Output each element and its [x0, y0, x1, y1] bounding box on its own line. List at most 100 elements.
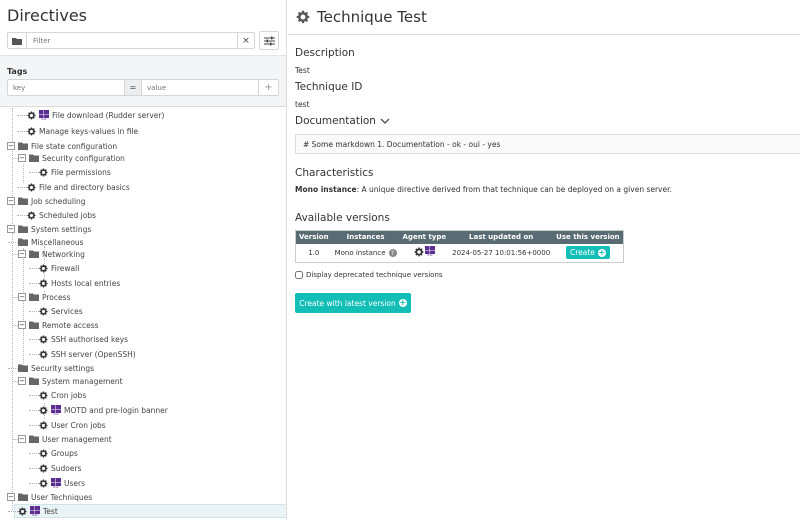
tree-technique-item[interactable]: DSC MOTD and pre-login banner: [39, 403, 168, 417]
collapse-toggle-icon[interactable]: −: [18, 293, 26, 301]
tag-key-input[interactable]: [8, 80, 124, 95]
tree-connector: [17, 115, 27, 116]
filter-settings-button[interactable]: [259, 31, 279, 50]
tree-technique-item[interactable]: DSC Users: [39, 476, 85, 490]
folder-icon: [29, 435, 39, 443]
tree-technique-item[interactable]: Services: [39, 304, 83, 318]
tree-item-label: Services: [51, 306, 83, 316]
folder-icon: [18, 364, 28, 372]
tree-item-label: Networking: [42, 249, 85, 259]
help-icon[interactable]: ?: [388, 249, 397, 257]
gear-icon: [39, 405, 48, 415]
tree-technique-item[interactable]: File and directory basics: [27, 180, 130, 194]
tree-connector: [29, 410, 39, 411]
create-button[interactable]: Create +: [565, 246, 610, 260]
collapse-toggle-icon[interactable]: −: [7, 142, 15, 150]
folder-icon[interactable]: [8, 33, 27, 48]
tree-item-label: Miscellaneous: [31, 237, 84, 247]
characteristics-text: Mono instance: A unique directive derive…: [295, 185, 672, 194]
tree-item-label: Users: [64, 478, 86, 488]
collapse-toggle-icon[interactable]: −: [7, 225, 15, 233]
collapse-toggle-icon[interactable]: −: [7, 493, 15, 501]
gear-icon: [27, 110, 36, 120]
folder-icon: [29, 293, 39, 301]
characteristics-heading: Characteristics: [295, 167, 374, 179]
collapse-toggle-icon[interactable]: −: [18, 250, 26, 258]
tree-technique-item[interactable]: User Cron jobs: [39, 418, 106, 432]
col-last-updated: Last updated on: [449, 230, 554, 244]
documentation-toggle[interactable]: Documentation: [295, 115, 390, 127]
deprecated-checkbox[interactable]: [295, 271, 303, 279]
collapse-toggle-icon[interactable]: −: [18, 321, 26, 329]
tree-item-label: MOTD and pre-login banner: [64, 405, 168, 415]
plus-circle-icon: +: [597, 247, 606, 257]
tree-technique-item[interactable]: SSH authorised keys: [39, 332, 128, 346]
tree-technique-item[interactable]: DSC Test: [14, 504, 286, 518]
tree-connector: [29, 425, 39, 426]
tree-item-label: SSH authorised keys: [51, 334, 129, 344]
tree-category-item[interactable]: − User management: [18, 432, 112, 446]
tree-technique-item[interactable]: Manage keys-values in file: [27, 124, 138, 138]
tree-technique-item[interactable]: Hosts local entries: [39, 276, 120, 290]
tree-connector: [17, 131, 27, 132]
tree-item-label: Remote access: [42, 320, 99, 330]
gear-icon: [39, 390, 48, 400]
filter-input[interactable]: [27, 33, 237, 48]
gear-icon: [18, 506, 27, 516]
documentation-heading: Documentation: [295, 115, 376, 127]
tree-category-item[interactable]: − Job scheduling: [7, 194, 86, 208]
create-latest-button[interactable]: Create with latest version +: [295, 293, 411, 313]
tree-technique-item[interactable]: File permissions: [39, 165, 111, 179]
tree-item-label: Security configuration: [42, 153, 125, 163]
tag-value-input[interactable]: [142, 80, 258, 95]
tree-item-label: Job scheduling: [31, 196, 86, 206]
tree-category-item[interactable]: − Process: [18, 290, 70, 304]
table-header-row: Version Instances Agent type Last update…: [295, 230, 624, 244]
clear-filter-icon[interactable]: ×: [237, 33, 254, 48]
tree-connector: [29, 311, 39, 312]
tree-item-label: User Cron jobs: [51, 420, 106, 430]
tree-category-item[interactable]: − User Techniques: [7, 490, 92, 504]
tree-connector: [8, 511, 18, 512]
tree-category-item[interactable]: − Security configuration: [18, 151, 125, 165]
deprecated-label: Display deprecated technique versions: [306, 271, 443, 279]
tree-technique-item[interactable]: DSC File download (Rudder server): [27, 108, 164, 122]
tree-technique-item[interactable]: Sudoers: [39, 461, 81, 475]
tree-connector: [13, 325, 18, 326]
description-heading: Description: [295, 47, 355, 59]
folder-icon: [29, 250, 39, 258]
gear-icon: [39, 278, 48, 288]
collapse-toggle-icon[interactable]: −: [18, 377, 26, 385]
gear-icon: [296, 10, 310, 24]
tree-technique-item[interactable]: SSH server (OpenSSH): [39, 347, 136, 361]
deprecated-toggle[interactable]: Display deprecated technique versions: [295, 271, 443, 279]
tree-connector: [17, 187, 27, 188]
tree-technique-item[interactable]: Scheduled jobs: [27, 208, 96, 222]
tree-connector: [23, 164, 24, 183]
collapse-toggle-icon[interactable]: −: [7, 197, 15, 205]
tree-category-item[interactable]: − System settings: [7, 222, 91, 236]
tree-item-label: File download (Rudder server): [52, 110, 165, 120]
tree-item-label: File state configuration: [31, 141, 118, 151]
tree-category-item[interactable]: − Remote access: [18, 318, 99, 332]
gear-icon: [39, 167, 48, 177]
windows-dsc-icon: DSC: [30, 506, 40, 516]
add-tag-button[interactable]: +: [258, 80, 278, 95]
folder-icon: [18, 197, 28, 205]
tree-technique-item[interactable]: Firewall: [39, 261, 79, 275]
folder-icon: [29, 321, 39, 329]
collapse-toggle-icon[interactable]: −: [18, 154, 26, 162]
tree-category-item[interactable]: − Networking: [18, 247, 85, 261]
page-title: Technique Test: [317, 8, 427, 26]
tree-technique-item[interactable]: Groups: [39, 446, 78, 460]
col-use-version: Use this version: [553, 230, 624, 244]
tree-connector: [29, 468, 39, 469]
tree-category-item[interactable]: Security settings: [18, 361, 94, 375]
tree-category-item[interactable]: − System management: [18, 374, 123, 388]
gear-icon: [39, 463, 48, 473]
collapse-toggle-icon[interactable]: −: [18, 435, 26, 443]
directives-panel: Directives × Tags = + DSC File download (…: [0, 0, 287, 520]
windows-dsc-icon: DSC: [51, 478, 61, 488]
gear-icon: [27, 210, 36, 220]
tree-technique-item[interactable]: Cron jobs: [39, 388, 86, 402]
